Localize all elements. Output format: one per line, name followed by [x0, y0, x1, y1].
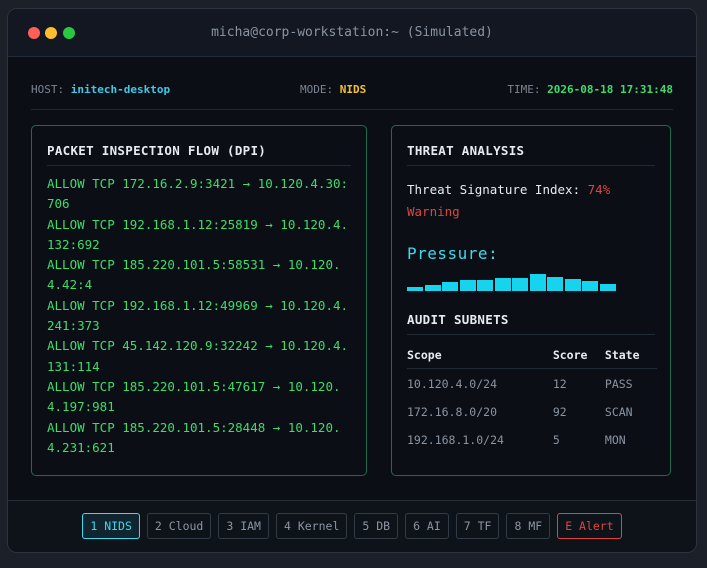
time-label: TIME: — [507, 83, 541, 96]
subnet-state: MON — [604, 433, 626, 447]
packet-list: ALLOW TCP 172.16.2.9:3421 → 10.120.4.30:… — [47, 174, 352, 458]
packet-panel-title: PACKET INSPECTION FLOW (DPI) — [47, 143, 351, 166]
pressure-bar — [459, 280, 476, 291]
threat-index-label: Threat Signature Index: — [407, 182, 581, 197]
host-label: HOST: — [31, 83, 65, 96]
threat-index-value: 74% — [587, 182, 611, 197]
packet-entry: ALLOW TCP 185.220.101.5:28448 → 10.120.4… — [47, 419, 341, 455]
host-status: HOST: initech-desktop — [31, 83, 170, 96]
time-status: TIME: 2026-08-18 17:31:48 — [507, 83, 673, 96]
packet-entry: ALLOW TCP 192.168.1.12:25819 → 10.120.4.… — [47, 216, 349, 252]
pressure-meter — [407, 269, 617, 291]
threat-index: Threat Signature Index: 74% Warning — [407, 179, 657, 223]
mode-label: MODE: — [300, 83, 334, 96]
subnet-scope: 172.16.8.0/20 — [407, 405, 498, 419]
column-header-scope: Scope — [407, 346, 553, 369]
column-header-score: Score — [552, 346, 605, 369]
pressure-bar — [599, 284, 616, 291]
tab-tf[interactable]: 7 TF — [455, 513, 500, 539]
tab-mf[interactable]: 8 MF — [506, 513, 551, 539]
tab-cloud[interactable]: 2 Cloud — [146, 513, 212, 539]
threat-analysis-panel: THREAT ANALYSIS Threat Signature Index: … — [391, 125, 671, 476]
pressure-bar — [529, 274, 546, 291]
pressure-bar — [564, 279, 581, 291]
pressure-bar — [494, 278, 511, 291]
pressure-bar — [424, 285, 441, 291]
pressure-bar — [477, 280, 493, 291]
pressure-label: Pressure: — [407, 244, 499, 263]
title-bar: micha@corp-workstation:~ (Simulated) — [8, 9, 696, 57]
tab-kernel[interactable]: 4 Kernel — [275, 513, 348, 539]
subnet-score: 5 — [552, 433, 560, 447]
subnet-scope: 192.168.1.0/24 — [407, 433, 504, 447]
pressure-bar — [407, 287, 423, 291]
tab-ai[interactable]: 6 AI — [405, 513, 449, 539]
table-row: 10.120.4.0/24 12 PASS — [407, 369, 657, 398]
threat-panel-title: THREAT ANALYSIS — [407, 143, 655, 166]
status-bar: HOST: initech-desktop MODE: NIDS TIME: 2… — [31, 83, 673, 110]
window-title: micha@corp-workstation:~ (Simulated) — [211, 25, 493, 40]
subnet-state: SCAN — [604, 405, 633, 419]
pressure-bar — [442, 282, 458, 291]
subnet-score: 12 — [552, 377, 567, 391]
tab-nids[interactable]: 1 NIDS — [82, 513, 140, 539]
packet-entry: ALLOW TCP 185.220.101.5:58531 → 10.120.4… — [47, 257, 341, 293]
audit-subnets-title: AUDIT SUBNETS — [407, 312, 655, 335]
packet-entry: ALLOW TCP 185.220.101.5:47617 → 10.120.4… — [47, 378, 341, 415]
table-header-row: Scope Score State — [407, 346, 657, 369]
terminal-window: micha@corp-workstation:~ (Simulated) HOS… — [7, 8, 697, 553]
table-row: 172.16.8.0/20 92 SCAN — [407, 397, 657, 425]
table-row: 192.168.1.0/24 5 MON — [407, 425, 657, 453]
host-value: initech-desktop — [70, 83, 171, 96]
pressure-bar — [547, 277, 563, 291]
subnet-state: PASS — [604, 377, 633, 391]
packet-entry: ALLOW TCP 45.142.120.9:32242 → 10.120.4.… — [47, 338, 349, 374]
pressure-bar — [582, 281, 598, 291]
tab-db[interactable]: 5 DB — [354, 513, 399, 539]
mode-tab-bar: 1 NIDS 2 Cloud 3 IAM 4 Kernel 5 DB 6 AI … — [8, 500, 696, 552]
mode-value: NIDS — [339, 83, 367, 96]
audit-subnets-table: Scope Score State 10.120.4.0/24 12 PASS … — [407, 346, 657, 453]
time-value: 2026-08-18 17:31:48 — [547, 83, 673, 96]
packet-entry: ALLOW TCP 172.16.2.9:3421 → 10.120.4.30:… — [47, 176, 349, 212]
subnet-score: 92 — [552, 405, 567, 419]
mode-status: MODE: NIDS — [300, 83, 366, 96]
subnet-scope: 10.120.4.0/24 — [407, 377, 498, 391]
tab-alert[interactable]: E Alert — [557, 513, 622, 539]
column-header-state: State — [604, 346, 657, 369]
packet-entry: ALLOW TCP 192.168.1.12:49969 → 10.120.4.… — [47, 297, 349, 334]
threat-level: Warning — [407, 204, 460, 219]
pressure-bar — [512, 278, 528, 291]
packet-inspection-panel: PACKET INSPECTION FLOW (DPI) ALLOW TCP 1… — [31, 125, 367, 476]
tab-iam[interactable]: 3 IAM — [218, 513, 269, 539]
